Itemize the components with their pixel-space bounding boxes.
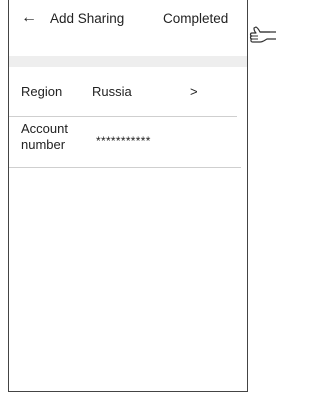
account-number-row[interactable]: Account number ***********: [9, 116, 247, 168]
back-arrow-icon[interactable]: ←: [21, 8, 37, 28]
region-row[interactable]: Region Russia >: [9, 68, 247, 116]
phone-screen: ← Add Sharing Completed Region Russia > …: [8, 0, 248, 392]
page-title: Add Sharing: [50, 11, 125, 26]
pointing-hand-icon: [249, 26, 276, 43]
chevron-right-icon[interactable]: >: [190, 84, 198, 100]
account-number-label: Account number: [21, 121, 68, 152]
navigation-bar: ← Add Sharing Completed: [9, 0, 247, 48]
completed-button[interactable]: Completed: [163, 10, 228, 28]
section-separator: [9, 56, 247, 67]
region-value: Russia: [92, 84, 132, 99]
account-number-field[interactable]: ***********: [96, 133, 151, 149]
region-label: Region: [21, 84, 63, 99]
divider: [9, 167, 241, 168]
